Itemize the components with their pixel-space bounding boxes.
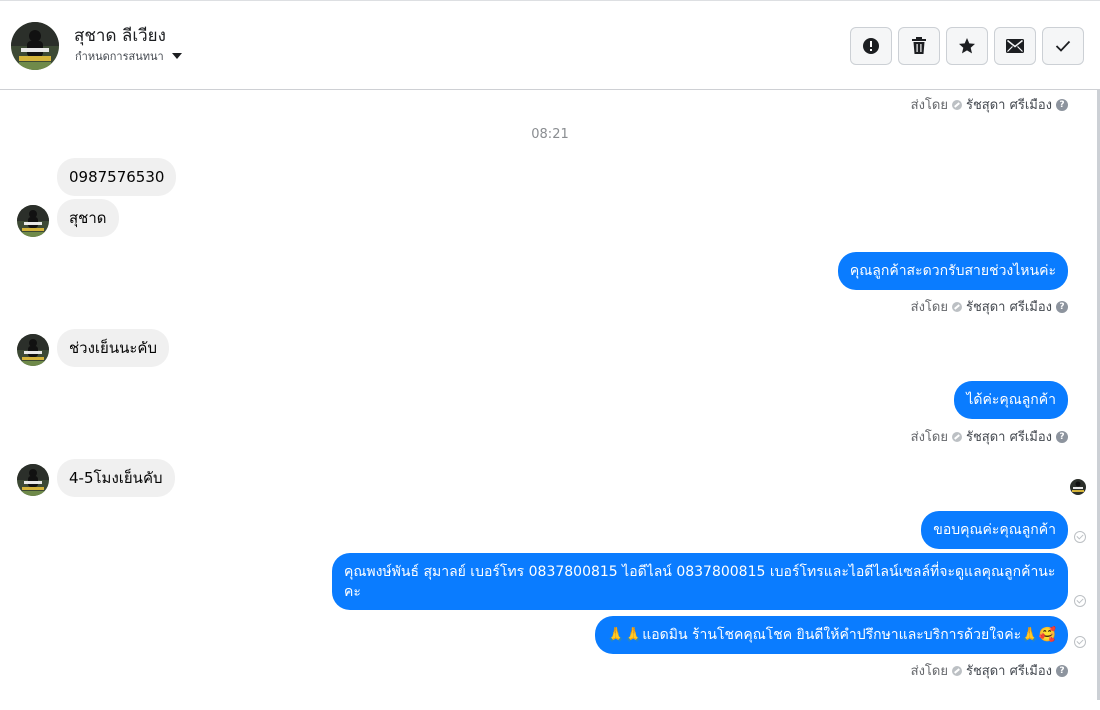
mark-done-button[interactable] (1042, 27, 1084, 65)
sent-status-icon (1074, 531, 1086, 543)
sender-name[interactable]: รัชสุดา ศรีเมือง (966, 426, 1052, 447)
contact-avatar-small[interactable] (17, 464, 49, 496)
envelope-icon (1006, 39, 1024, 53)
star-button[interactable] (946, 27, 988, 65)
verified-icon (951, 665, 962, 676)
caret-down-icon (171, 53, 182, 59)
seen-by-avatar (1070, 479, 1086, 495)
verified-icon (951, 431, 962, 442)
outgoing-message[interactable]: ขอบคุณค่ะคุณลูกค้า (921, 511, 1068, 549)
conversation-header: สุชาด ลีเวียง กำหนดการสนทนา (0, 0, 1100, 90)
contact-avatar-small[interactable] (17, 205, 49, 237)
incoming-message[interactable]: 4-5โมงเย็นคับ (57, 459, 175, 497)
sent-by-label: ส่งโดย รัชสุดา ศรีเมือง ? (911, 296, 1068, 317)
sent-by-label: ส่งโดย รัชสุดา ศรีเมือง ? (911, 94, 1068, 115)
sender-name[interactable]: รัชสุดา ศรีเมือง (966, 94, 1052, 115)
outgoing-message[interactable]: คุณลูกค้าสะดวกรับสายช่วงไหนค่ะ (837, 252, 1068, 290)
alert-icon (863, 38, 879, 54)
message-timestamp: 08:21 (531, 127, 569, 142)
sent-by-label: ส่งโดย รัชสุดา ศรีเมือง ? (911, 426, 1068, 447)
outgoing-message[interactable]: 🙏🙏แอดมิน ร้านโชคคุณโชค ยินดีให้คำปรึกษาแ… (595, 616, 1068, 654)
star-icon (959, 38, 975, 54)
help-icon[interactable]: ? (1056, 664, 1068, 677)
delete-button[interactable] (898, 27, 940, 65)
help-icon[interactable]: ? (1056, 300, 1068, 313)
mark-as-spam-button[interactable] (850, 27, 892, 65)
check-icon (1055, 40, 1071, 52)
header-actions (850, 27, 1084, 65)
trash-icon (912, 37, 926, 54)
assign-conversation-dropdown[interactable]: กำหนดการสนทนา (75, 47, 182, 65)
incoming-message[interactable]: สุชาด (57, 199, 119, 237)
help-icon[interactable]: ? (1056, 430, 1068, 443)
contact-avatar-small[interactable] (17, 334, 49, 366)
outgoing-message[interactable]: ได้ค่ะคุณลูกค้า (954, 381, 1068, 419)
sent-status-icon (1074, 636, 1086, 648)
sent-status-icon (1074, 595, 1086, 607)
incoming-message[interactable]: 0987576530 (57, 158, 177, 196)
sent-by-label: ส่งโดย รัชสุดา ศรีเมือง ? (911, 660, 1068, 681)
verified-icon (951, 99, 962, 110)
sender-name[interactable]: รัชสุดา ศรีเมือง (966, 296, 1052, 317)
help-icon[interactable]: ? (1056, 98, 1068, 111)
outgoing-message[interactable]: คุณพงษ์พันธ์ สุมาลย์ เบอร์โทร 0837800815… (332, 553, 1068, 610)
contact-name[interactable]: สุชาด ลีเวียง (74, 22, 166, 49)
sender-name[interactable]: รัชสุดา ศรีเมือง (966, 660, 1052, 681)
contact-avatar[interactable] (11, 22, 59, 70)
mark-unread-button[interactable] (994, 27, 1036, 65)
incoming-message[interactable]: ช่วงเย็นนะคับ (57, 329, 169, 367)
verified-icon (951, 301, 962, 312)
assign-label: กำหนดการสนทนา (75, 50, 164, 63)
